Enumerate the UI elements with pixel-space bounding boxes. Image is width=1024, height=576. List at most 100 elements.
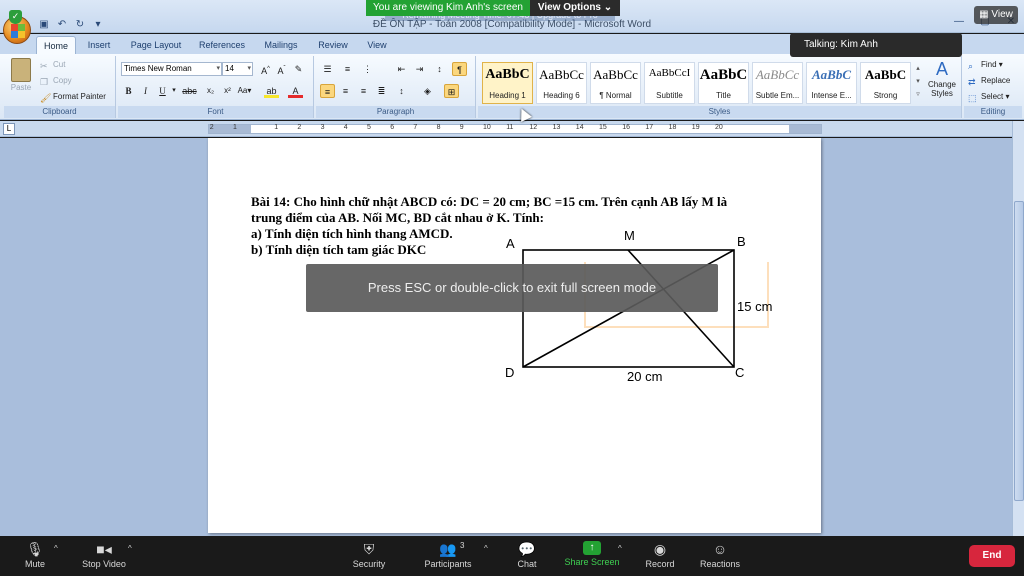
style-title[interactable]: AaBbC Title bbox=[698, 62, 749, 104]
tab-page-layout[interactable]: Page Layout bbox=[124, 36, 188, 54]
reactions-button[interactable]: ☺ Reactions bbox=[698, 536, 742, 576]
tab-mailings[interactable]: Mailings bbox=[257, 36, 305, 54]
style-name: Heading 1 bbox=[489, 91, 526, 100]
format-painter-label: Format Painter bbox=[53, 92, 106, 101]
select-icon: ⬚ bbox=[968, 92, 977, 103]
replace-label: Replace bbox=[981, 76, 1011, 85]
strikethrough-icon[interactable]: abc bbox=[182, 84, 197, 98]
style-subtle-emphasis[interactable]: AaBbCc Subtle Em... bbox=[752, 62, 803, 104]
record-icon: ◉ bbox=[653, 541, 667, 557]
dropdown-arrow-icon: ▾ bbox=[216, 65, 220, 72]
replace-icon: ⇄ bbox=[968, 76, 976, 87]
audio-options-caret-icon[interactable]: ^ bbox=[54, 544, 58, 553]
tab-references[interactable]: References bbox=[194, 36, 250, 54]
share-screen-button[interactable]: ↑ Share Screen bbox=[564, 536, 620, 576]
tab-review[interactable]: Review bbox=[312, 36, 354, 54]
clear-formatting-icon[interactable]: ✎ bbox=[291, 62, 306, 76]
paste-button[interactable]: Paste bbox=[8, 58, 34, 102]
view-button[interactable]: ▦ View bbox=[974, 6, 1018, 24]
superscript-icon[interactable]: x² bbox=[220, 84, 235, 98]
increase-indent-icon[interactable]: ⇥ bbox=[412, 62, 427, 76]
ruler-number: 1 bbox=[233, 124, 237, 131]
style-heading-1[interactable]: AaBbC Heading 1 bbox=[482, 62, 533, 104]
subscript-icon[interactable]: x₂ bbox=[203, 84, 218, 98]
bullets-icon[interactable]: ☰ bbox=[320, 62, 335, 76]
scroll-thumb[interactable] bbox=[1014, 201, 1024, 501]
font-color-icon[interactable]: A bbox=[288, 84, 303, 98]
share-options-caret-icon[interactable]: ^ bbox=[618, 544, 622, 553]
styles-scroll[interactable]: ▴ ▾ ▿ bbox=[914, 62, 922, 104]
end-meeting-button[interactable]: End bbox=[969, 545, 1015, 567]
tab-stop-selector-icon[interactable]: L bbox=[3, 123, 15, 135]
viewing-screen-banner: You are viewing Kim Anh's screen bbox=[366, 0, 530, 16]
ruler-number: 18 bbox=[668, 124, 677, 131]
shrink-font-icon[interactable]: Aˇ bbox=[274, 62, 289, 76]
tab-view[interactable]: View bbox=[360, 36, 394, 54]
change-case-icon[interactable]: Aa▾ bbox=[237, 84, 252, 98]
shading-icon[interactable]: ◈ bbox=[420, 84, 435, 98]
security-button[interactable]: ⛨ Security bbox=[350, 536, 388, 576]
change-styles-button[interactable]: A Change Styles bbox=[924, 58, 960, 104]
ruler-number: 4 bbox=[343, 124, 348, 131]
view-options-button[interactable]: View Options ⌄ bbox=[530, 0, 620, 16]
minimize-icon[interactable]: — bbox=[946, 14, 972, 30]
select-label: Select bbox=[981, 92, 1004, 101]
participants-button[interactable]: 👥 Participants bbox=[422, 536, 474, 576]
decrease-indent-icon[interactable]: ⇤ bbox=[394, 62, 409, 76]
borders-icon[interactable]: ⊞ bbox=[444, 84, 459, 98]
font-size-select[interactable]: 14 ▾ bbox=[222, 62, 253, 76]
align-left-icon[interactable]: ≡ bbox=[320, 84, 335, 98]
participants-caret-icon[interactable]: ^ bbox=[484, 544, 488, 553]
grow-font-icon[interactable]: A^ bbox=[258, 62, 273, 76]
format-painter-button[interactable]: 🖌 Format Painter bbox=[40, 91, 106, 103]
italic-icon[interactable]: I bbox=[138, 84, 153, 98]
horizontal-ruler[interactable]: 1 2 1 2 3 4 5 6 7 8 9 10 11 12 13 14 15 16 17 18 19 20 bbox=[208, 124, 822, 134]
justify-icon[interactable]: ≣ bbox=[374, 84, 389, 98]
style-strong[interactable]: AaBbC Strong bbox=[860, 62, 911, 104]
document-page[interactable]: Bài 14: Cho hình chữ nhật ABCD có: DC = … bbox=[208, 138, 821, 533]
ruler-number: 16 bbox=[622, 124, 630, 131]
line-spacing-icon[interactable]: ↕ bbox=[394, 84, 409, 98]
align-right-icon[interactable]: ≡ bbox=[356, 84, 371, 98]
tab-insert[interactable]: Insert bbox=[80, 36, 118, 54]
chat-button[interactable]: 💬 Chat bbox=[512, 536, 542, 576]
copy-button[interactable]: ❐ Copy bbox=[40, 75, 72, 87]
stop-video-button[interactable]: ■◂ Stop Video bbox=[78, 536, 130, 576]
multilevel-list-icon[interactable]: ⋮ bbox=[360, 62, 375, 76]
show-formatting-marks-icon[interactable]: ¶ bbox=[452, 62, 467, 76]
style-sample: AaBbC bbox=[699, 67, 748, 83]
find-button[interactable]: ⌕ Find ▾ bbox=[968, 59, 1003, 71]
numbering-icon[interactable]: ≡ bbox=[340, 62, 355, 76]
replace-button[interactable]: ⇄ Replace bbox=[968, 75, 1010, 87]
clipboard-group-label: Clipboard bbox=[4, 106, 115, 118]
align-center-icon[interactable]: ≡ bbox=[338, 84, 353, 98]
bold-icon[interactable]: B bbox=[121, 84, 136, 98]
vertical-scrollbar[interactable] bbox=[1012, 121, 1024, 536]
video-camera-icon: ■◂ bbox=[96, 541, 112, 557]
chat-bubble-icon: 💬 bbox=[518, 541, 536, 557]
font-name-select[interactable]: Times New Roman ▾ bbox=[121, 62, 222, 76]
zoom-screen-share-view: ▣ ↶ ↻ ▾ ĐỀ ÔN TẬP - Toán 2008 [Compatibi… bbox=[0, 0, 1024, 576]
style-name: Subtle Em... bbox=[755, 91, 800, 100]
style-name: ¶ Normal bbox=[599, 91, 632, 100]
zoom-meeting-toolbar: 🎙 Mute ^ ■◂ Stop Video ^ ⛨ Security 👥 Pa… bbox=[0, 536, 1024, 576]
select-button[interactable]: ⬚ Select ▾ bbox=[968, 91, 1009, 103]
style-name: Subtitle bbox=[656, 91, 683, 100]
cut-button[interactable]: ✂ Cut bbox=[40, 59, 65, 71]
style-intense-emphasis[interactable]: AaBbC Intense E... bbox=[806, 62, 857, 104]
tab-home[interactable]: Home bbox=[36, 36, 76, 54]
vertex-m-label: M bbox=[624, 228, 635, 243]
record-button[interactable]: ◉ Record bbox=[642, 536, 678, 576]
mute-button[interactable]: 🎙 Mute bbox=[18, 536, 52, 576]
style-heading-6[interactable]: AaBbCc Heading 6 bbox=[536, 62, 587, 104]
zoom-security-shield-icon: ✓ bbox=[9, 10, 22, 24]
video-options-caret-icon[interactable]: ^ bbox=[128, 544, 132, 553]
style-normal[interactable]: AaBbCc ¶ Normal bbox=[590, 62, 641, 104]
participants-count: 3 bbox=[460, 541, 465, 550]
highlight-icon[interactable]: ab bbox=[264, 84, 279, 98]
style-subtitle[interactable]: AaBbCcI Subtitle bbox=[644, 62, 695, 104]
underline-icon[interactable]: U bbox=[155, 84, 170, 98]
cut-label: Cut bbox=[53, 60, 66, 69]
underline-dropdown-icon[interactable]: ▾ bbox=[170, 84, 178, 98]
sort-icon[interactable]: ↕ bbox=[432, 62, 447, 76]
